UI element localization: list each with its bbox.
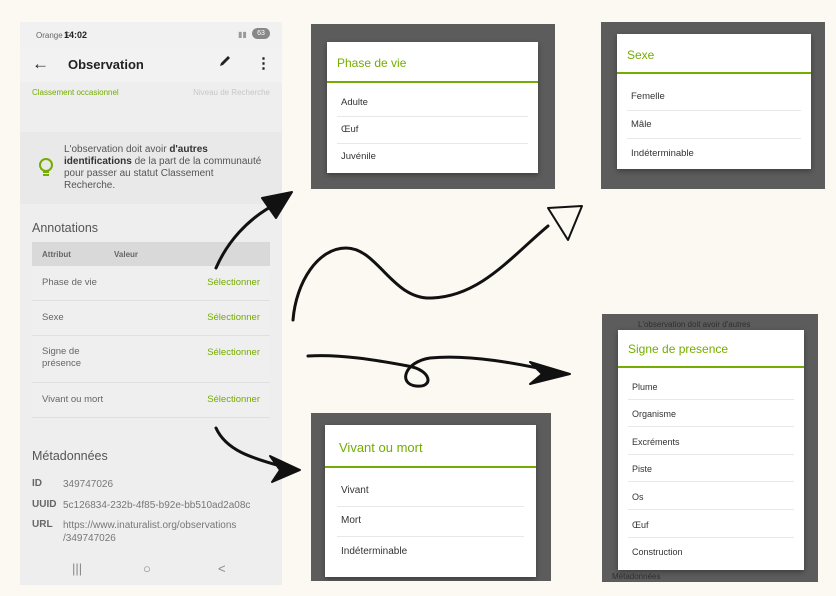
arrow-head-signe [529,361,571,385]
arrow-head-phase [261,191,293,219]
arrow-to-signe [306,354,558,388]
arrow-head-sexe-outline [547,205,583,241]
arrows-layer [214,191,583,483]
arrow-to-phase [214,200,282,270]
arrow-head-vivant [269,455,301,483]
arrow-to-sexe [291,224,550,322]
